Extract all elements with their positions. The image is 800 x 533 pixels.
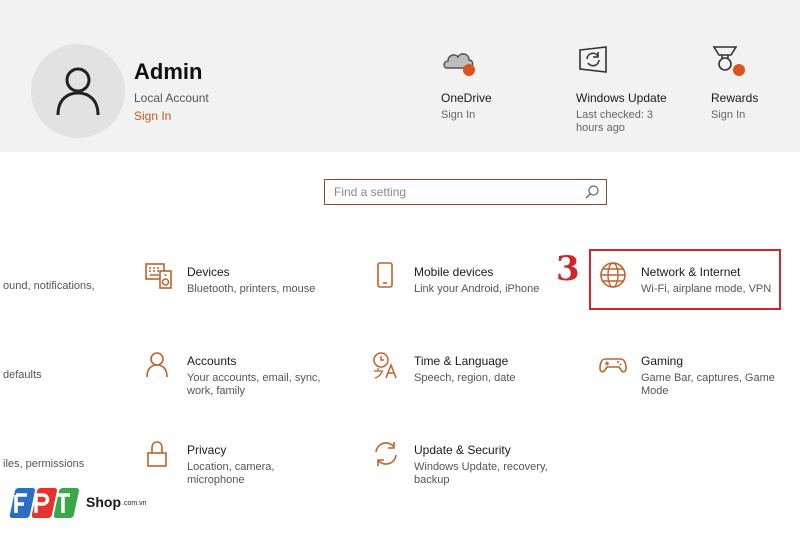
logo-shop-text: Shop bbox=[86, 494, 121, 510]
tile-time-language[interactable]: Time & Language Speech, region, date bbox=[372, 351, 562, 411]
rewards-subtitle: Sign In bbox=[711, 109, 746, 121]
gamepad-icon bbox=[599, 358, 627, 373]
highlight-box bbox=[589, 249, 781, 310]
rewards-service[interactable]: Rewards Sign In bbox=[711, 44, 758, 121]
tile-privacy-title: Privacy bbox=[187, 443, 227, 457]
tile-gaming-title: Gaming bbox=[641, 354, 684, 368]
onedrive-service[interactable]: OneDrive Sign In bbox=[441, 44, 492, 121]
step-number: 3 bbox=[556, 249, 580, 289]
tile-devices-title: Devices bbox=[187, 265, 230, 279]
tile-mobile-devices-title: Mobile devices bbox=[414, 265, 494, 279]
cloud-icon bbox=[441, 44, 477, 80]
apps-tile-subtitle[interactable]: defaults bbox=[3, 369, 42, 381]
tile-time-language-subtitle: Speech, region, date bbox=[414, 372, 516, 384]
tile-mobile-devices-subtitle: Link your Android, iPhone bbox=[414, 283, 540, 295]
account-sign-in-link[interactable]: Sign In bbox=[134, 109, 171, 123]
person-icon bbox=[146, 352, 168, 378]
tile-mobile-devices[interactable]: Mobile devices Link your Android, iPhone bbox=[372, 262, 562, 322]
tile-devices-subtitle: Bluetooth, printers, mouse bbox=[187, 283, 316, 295]
fpt-logo-icon bbox=[9, 488, 80, 518]
logo-domain-text: .com.vn bbox=[122, 500, 147, 507]
avatar[interactable] bbox=[31, 44, 125, 138]
onedrive-title: OneDrive bbox=[441, 91, 492, 105]
language-icon bbox=[373, 352, 397, 379]
account-header: Admin Local Account Sign In OneDrive Sig… bbox=[0, 0, 800, 152]
user-icon bbox=[56, 67, 100, 116]
search-placeholder: Find a setting bbox=[334, 185, 407, 199]
account-type: Local Account bbox=[134, 91, 209, 105]
status-dot bbox=[733, 64, 745, 76]
windows-update-service[interactable]: Windows Update Last checked: 3 hours ago bbox=[576, 44, 667, 134]
trophy-icon bbox=[711, 44, 747, 80]
account-name: Admin bbox=[134, 59, 203, 84]
tile-update-security[interactable]: Update & Security Windows Update, recove… bbox=[372, 440, 562, 500]
tile-update-security-subtitle: Windows Update, recovery, backup bbox=[414, 461, 548, 486]
tile-accounts-title: Accounts bbox=[187, 354, 237, 368]
phone-icon bbox=[377, 262, 393, 288]
tile-accounts-subtitle: Your accounts, email, sync, work, family bbox=[187, 372, 321, 397]
lock-icon bbox=[147, 441, 167, 467]
tile-update-security-title: Update & Security bbox=[414, 443, 511, 457]
search-icon bbox=[585, 185, 599, 199]
fpt-shop-logo: Shop .com.vn bbox=[8, 486, 168, 520]
search-input[interactable]: Find a setting bbox=[324, 179, 607, 205]
tile-devices[interactable]: Devices Bluetooth, printers, mouse bbox=[145, 262, 335, 322]
tile-accounts[interactable]: Accounts Your accounts, email, sync, wor… bbox=[145, 351, 335, 411]
status-dot bbox=[463, 64, 475, 76]
tile-privacy-subtitle: Location, camera, microphone bbox=[187, 461, 275, 486]
windows-update-title: Windows Update bbox=[576, 91, 667, 105]
tile-gaming-subtitle: Game Bar, captures, Game Mode bbox=[641, 372, 775, 397]
windows-update-subtitle: Last checked: 3 hours ago bbox=[576, 109, 654, 134]
onedrive-subtitle: Sign In bbox=[441, 109, 476, 121]
rewards-title: Rewards bbox=[711, 91, 759, 105]
keyboard-icon bbox=[145, 263, 172, 289]
tile-gaming[interactable]: Gaming Game Bar, captures, Game Mode bbox=[599, 351, 779, 411]
tile-time-language-title: Time & Language bbox=[414, 354, 509, 368]
sync-icon bbox=[375, 442, 397, 466]
search-tile-subtitle[interactable]: iles, permissions bbox=[3, 458, 84, 470]
system-tile-subtitle[interactable]: ound, notifications, bbox=[3, 280, 95, 292]
tile-privacy[interactable]: Privacy Location, camera, microphone bbox=[145, 440, 335, 500]
refresh-icon bbox=[576, 44, 612, 80]
